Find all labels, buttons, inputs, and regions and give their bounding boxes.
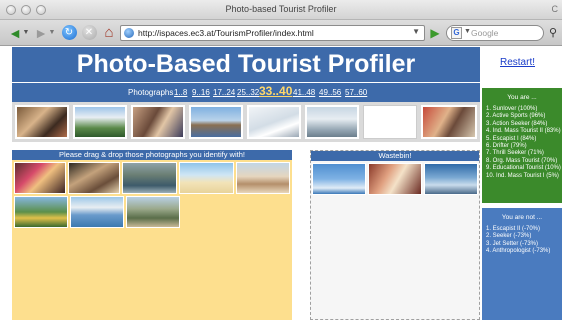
page-link[interactable]: 57..60 (345, 88, 367, 97)
you-are-not-panel: You are not ... 1. Escapist II (-70%) 2.… (482, 208, 562, 320)
home-icon[interactable]: ⌂ (100, 24, 118, 42)
page-link[interactable]: 1..8 (174, 88, 187, 97)
page-header: Photo-Based Tourist Profiler (12, 47, 480, 82)
wastebin-title: Wastebin! (311, 151, 479, 161)
profile-item: 10. Ind. Mass Tourist I (5%) (486, 172, 559, 179)
search-magnifier-icon[interactable]: ⚲ (546, 24, 560, 42)
profile-item: 1. Escapist II (-70%) (486, 226, 541, 232)
photo-thumbnail[interactable] (247, 105, 301, 139)
selected-photo[interactable] (14, 196, 68, 228)
discarded-photo[interactable] (312, 163, 366, 195)
photo-thumbnail[interactable] (73, 105, 127, 139)
photo-thumbnail[interactable] (189, 105, 243, 139)
photo-thumbnail[interactable] (131, 105, 185, 139)
drop-zone-title: Please drag & drop those photographs you… (12, 150, 292, 160)
selected-photo[interactable] (68, 162, 120, 194)
selected-photo[interactable] (122, 162, 177, 194)
page-link[interactable]: 9..16 (192, 88, 210, 97)
profile-item: 1. Sunlover (100%) (486, 106, 538, 112)
selected-photo[interactable] (126, 196, 180, 228)
profile-item: 5. Escapist I (84%) (486, 135, 537, 142)
photo-thumbnail[interactable] (421, 105, 477, 139)
you-are-not-list: 1. Escapist II (-70%) 2. Seeker (-73%) 3… (482, 226, 562, 256)
profile-item: 8. Org. Mass Tourist (70%) (486, 157, 558, 164)
browser-window: Photo-based Tourist Profiler C ◄ ▼ ► ▼ ↻… (0, 0, 562, 320)
photos-label: Photographs (128, 88, 174, 97)
search-placeholder: Google (471, 28, 499, 38)
discarded-photo[interactable] (424, 163, 478, 195)
you-are-panel: You are ... 1. Sunlover (100%) 2. Active… (482, 88, 562, 203)
url-text[interactable]: http://ispaces.ec3.at/TourismProfiler/in… (138, 28, 314, 38)
profile-item: 4. Anthropologist (-73%) (486, 248, 551, 255)
selected-photo[interactable] (70, 196, 124, 228)
browser-toolbar: ◄ ▼ ► ▼ ↻ ✕ ⌂ http://ispaces.ec3.at/Tour… (0, 20, 562, 46)
forward-history-dropdown-icon[interactable]: ▼ (48, 24, 56, 42)
window-title: Photo-based Tourist Profiler (225, 4, 337, 14)
you-are-title: You are ... (507, 94, 537, 101)
go-arrow-icon[interactable]: ▶ (428, 24, 442, 42)
profile-item: 3. Jet Setter (-73%) (486, 240, 539, 247)
photo-pagination-bar: Photographs 1..8 9..16 17..24 25..32 33.… (12, 83, 480, 102)
photo-strip (12, 102, 480, 142)
drop-zone[interactable]: Please drag & drop those photographs you… (12, 150, 292, 320)
page-link[interactable]: 49..56 (319, 88, 341, 97)
title-bar: Photo-based Tourist Profiler C (0, 0, 562, 20)
discarded-photo[interactable] (368, 163, 422, 195)
stop-icon[interactable]: ✕ (80, 24, 98, 42)
selected-photo[interactable] (14, 162, 66, 194)
profile-item: 7. Thrill Seeker (71%) (486, 150, 544, 157)
photo-thumbnail[interactable] (305, 105, 359, 139)
you-are-list: 1. Sunlover (100%) 2. Active Sports (96%… (482, 106, 562, 180)
window-title-right-glyph: C (551, 4, 559, 14)
page-link[interactable]: 25..32 (237, 88, 259, 97)
page-title: Photo-Based Tourist Profiler (76, 50, 416, 78)
search-engine-dropdown-icon[interactable]: ▼ (464, 28, 471, 35)
you-are-not-title: You are not ... (501, 214, 543, 221)
reload-icon[interactable]: ↻ (60, 24, 78, 42)
address-bar[interactable]: http://ispaces.ec3.at/TourismProfiler/in… (120, 25, 425, 41)
page-link[interactable]: 17..24 (213, 88, 235, 97)
wastebin[interactable]: Wastebin! (310, 150, 480, 320)
selected-photo[interactable] (179, 162, 234, 194)
restart-link[interactable]: Restart! (500, 57, 535, 68)
page-favicon (124, 28, 134, 38)
profile-item: 2. Seeker (-73%) (486, 233, 532, 240)
profile-item: 2. Active Sports (96%) (486, 113, 546, 120)
profile-item: 6. Drifter (79%) (486, 143, 527, 150)
search-field[interactable]: G ▼ Google (446, 25, 544, 41)
page-link[interactable]: 41..48 (293, 88, 315, 97)
url-history-dropdown-icon[interactable]: ▼ (412, 27, 420, 36)
selected-photo[interactable] (236, 162, 290, 194)
back-history-dropdown-icon[interactable]: ▼ (22, 24, 30, 42)
profile-item: 3. Action Seeker (84%) (486, 120, 548, 127)
photo-thumbnail[interactable] (15, 105, 69, 139)
profile-item: 9. Educational Tourist (10%) (486, 165, 561, 172)
profile-item: 4. Ind. Mass Tourist II (83%) (486, 128, 561, 135)
empty-photo-slot (363, 105, 417, 139)
page-link-current[interactable]: 33..40 (259, 84, 292, 98)
search-engine-icon[interactable]: G (451, 27, 462, 39)
